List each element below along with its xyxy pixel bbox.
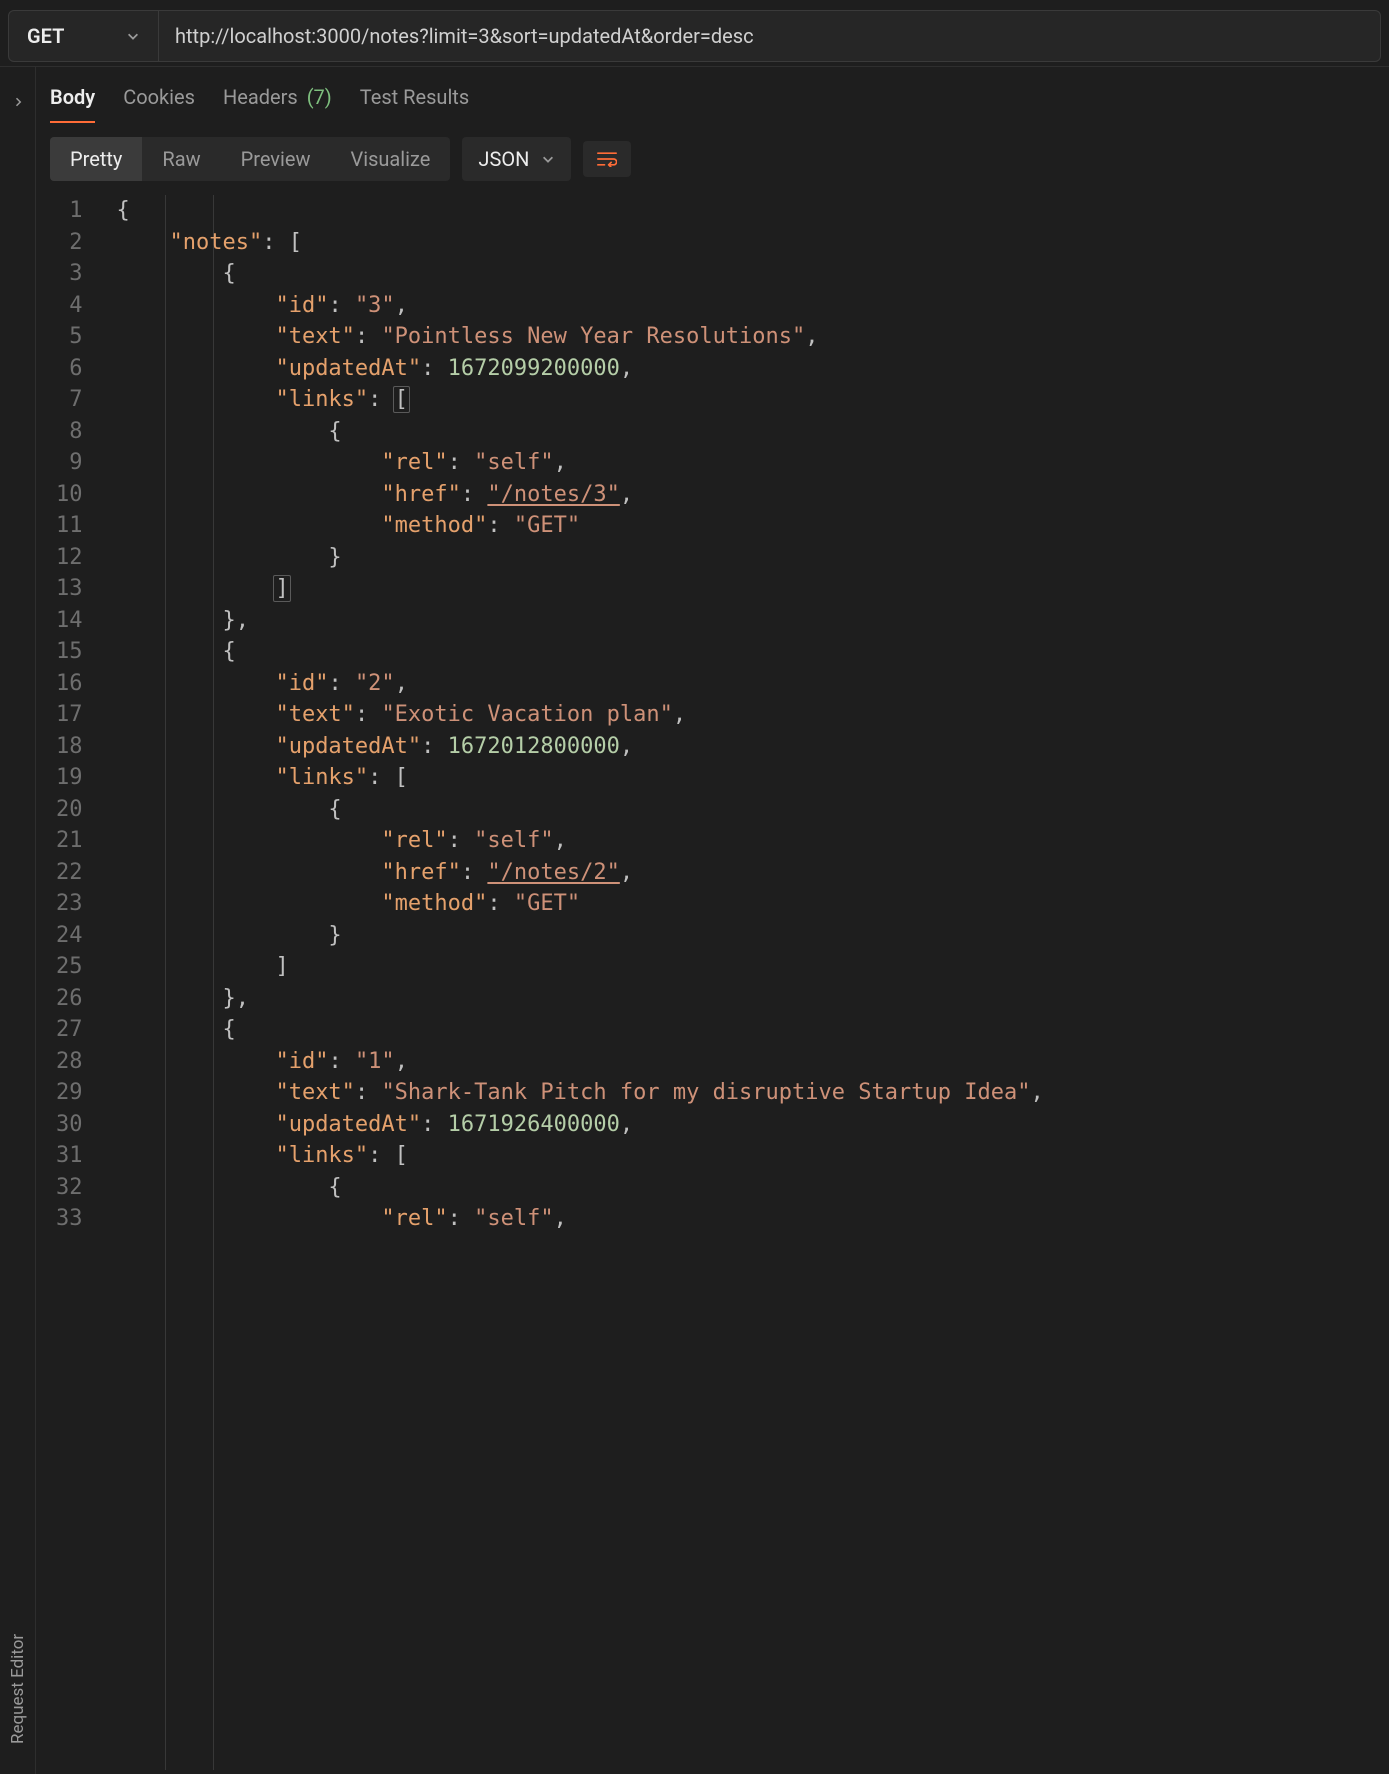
- collapse-chevron-icon[interactable]: [12, 89, 24, 113]
- tab-cookies[interactable]: Cookies: [123, 85, 195, 123]
- wrap-lines-button[interactable]: [583, 141, 631, 177]
- response-body-editor[interactable]: 1234567891011121314151617181920212223242…: [36, 191, 1389, 1774]
- left-gutter: Request Editor: [0, 67, 36, 1774]
- body-view-toolbar: Pretty Raw Preview Visualize JSON: [36, 123, 1389, 191]
- code-content: { "notes": [ { "id": "3", "text": "Point…: [95, 191, 1389, 1774]
- chevron-down-icon: [126, 29, 140, 43]
- http-method-select[interactable]: GET: [9, 11, 159, 61]
- chevron-down-icon: [541, 152, 555, 166]
- view-preview-button[interactable]: Preview: [221, 137, 331, 181]
- view-mode-segmented: Pretty Raw Preview Visualize: [50, 137, 450, 181]
- wrap-icon: [597, 151, 617, 167]
- body-format-select[interactable]: JSON: [462, 137, 571, 181]
- tab-test-results[interactable]: Test Results: [360, 85, 469, 123]
- url-bar: GET http://localhost:3000/notes?limit=3&…: [8, 10, 1381, 62]
- url-input[interactable]: http://localhost:3000/notes?limit=3&sort…: [159, 11, 1380, 61]
- tab-headers[interactable]: Headers (7): [223, 85, 332, 123]
- view-pretty-button[interactable]: Pretty: [50, 137, 142, 181]
- body-format-label: JSON: [478, 147, 529, 171]
- view-visualize-button[interactable]: Visualize: [330, 137, 450, 181]
- headers-count: (7): [307, 85, 332, 109]
- tab-body[interactable]: Body: [50, 85, 95, 123]
- http-method-label: GET: [27, 24, 64, 48]
- line-number-gutter: 1234567891011121314151617181920212223242…: [36, 191, 95, 1774]
- url-text: http://localhost:3000/notes?limit=3&sort…: [175, 24, 754, 48]
- response-tabs: Body Cookies Headers (7) Test Results: [36, 67, 1389, 123]
- sidebar-label: Request Editor: [8, 1634, 28, 1744]
- view-raw-button[interactable]: Raw: [142, 137, 220, 181]
